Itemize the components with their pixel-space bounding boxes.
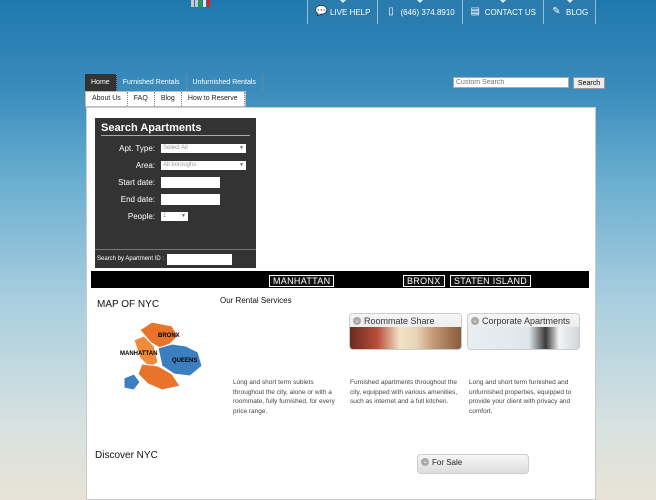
map-label-bronx: BRONX (158, 333, 180, 339)
for-sale-card[interactable]: ⌄ For Sale (417, 454, 529, 474)
mobile-phone-icon: ▯ (388, 6, 394, 17)
nav-unfurnished-rentals[interactable]: Unfurnished Rentals (187, 74, 263, 91)
apartment-id-input[interactable] (167, 253, 233, 265)
blog-label: BLOG (566, 7, 589, 17)
chevron-down-icon: ⌄ (421, 458, 429, 466)
borough-tab-manhattan[interactable]: MANHATTAN (269, 275, 335, 287)
contact-us-link[interactable]: ▤ CONTACT US (463, 0, 544, 24)
nav-home[interactable]: Home (85, 74, 117, 91)
map-label-manhattan: MANHATTAN (120, 351, 157, 357)
roommate-share-card[interactable]: ⌄ Roommate Share (349, 313, 462, 350)
corporate-apartments-title: Corporate Apartments (482, 315, 571, 326)
discover-nyc-title: Discover NYC (95, 450, 158, 461)
nyc-map[interactable]: BRONX MANHATTAN QUEENS (120, 322, 210, 392)
search-by-id-label: Search by Apartment ID : (97, 256, 165, 262)
start-date-input[interactable] (161, 177, 220, 188)
contact-us-label: CONTACT US (484, 7, 536, 17)
nav-blog[interactable]: Blog (155, 92, 182, 106)
area-label: Area: (135, 161, 155, 170)
phone-number: (646) 374.8910 (400, 7, 455, 17)
start-date-label: Start date: (118, 178, 155, 187)
custom-search-input[interactable] (453, 77, 569, 88)
main-content-panel: Search Apartments Apt. Type: Select All A… (86, 107, 596, 500)
people-label: People: (127, 212, 155, 221)
pencil-icon: ✎ (552, 6, 561, 17)
top-contact-bar: 💬 LIVE HELP ▯ (646) 374.8910 ▤ CONTACT U… (307, 0, 597, 24)
language-flag-icon[interactable] (191, 0, 211, 8)
furnished-description: Furnished apartments throughout the city… (350, 379, 458, 405)
live-help-label: LIVE HELP (330, 7, 371, 17)
phone-link[interactable]: ▯ (646) 374.8910 (378, 0, 463, 24)
map-staten-island[interactable] (123, 373, 141, 391)
borough-tab-staten-island[interactable]: STATEN ISLAND (450, 275, 532, 287)
nav-how-to-reserve[interactable]: How to Reserve (182, 92, 245, 106)
search-apartments-panel: Search Apartments Apt. Type: Select All A… (95, 118, 256, 268)
borough-bar: MANHATTAN BRONX STATEN ISLAND (91, 271, 589, 288)
secondary-nav: About Us FAQ Blog How to Reserve (85, 91, 246, 107)
nav-about-us[interactable]: About Us (86, 92, 128, 106)
area-select[interactable]: All boroughs (161, 161, 246, 170)
roommate-share-title: Roommate Share (364, 315, 435, 326)
search-button[interactable]: Search (573, 77, 605, 89)
nav-furnished-rentals[interactable]: Furnished Rentals (117, 74, 187, 91)
map-title: MAP OF NYC (97, 299, 160, 310)
document-icon: ▤ (470, 6, 480, 17)
google-custom-search: Search (453, 77, 605, 89)
live-help-link[interactable]: 💬 LIVE HELP (308, 0, 379, 24)
chevron-down-icon: ⌄ (471, 316, 479, 325)
map-label-queens: QUEENS (172, 358, 197, 364)
search-apartments-title: Search Apartments (101, 122, 250, 136)
people-select[interactable]: 1 (161, 212, 188, 221)
apt-type-label: Apt. Type: (119, 144, 155, 153)
end-date-label: End date: (120, 195, 155, 204)
blog-link[interactable]: ✎ BLOG (544, 0, 597, 24)
primary-nav: Home Furnished Rentals Unfurnished Renta… (85, 74, 263, 91)
roommate-share-photo (350, 327, 461, 349)
sublets-description: Long and short term sublets throughout t… (233, 379, 335, 415)
end-date-input[interactable] (161, 194, 220, 205)
nav-faq[interactable]: FAQ (128, 92, 155, 106)
chevron-down-icon: ⌄ (353, 316, 361, 325)
corporate-apartments-card[interactable]: ⌄ Corporate Apartments (467, 313, 580, 350)
apt-type-select[interactable]: Select All (161, 144, 246, 153)
corporate-description: Long and short term furnished and unfurn… (469, 379, 572, 415)
corporate-apartments-photo (468, 327, 579, 349)
for-sale-title: For Sale (432, 458, 463, 467)
chat-bubble-icon: 💬 (315, 6, 328, 17)
rental-services-title: Our Rental Services (220, 296, 292, 305)
borough-tab-bronx[interactable]: BRONX (403, 275, 445, 287)
search-by-id-row: Search by Apartment ID : (95, 249, 256, 268)
